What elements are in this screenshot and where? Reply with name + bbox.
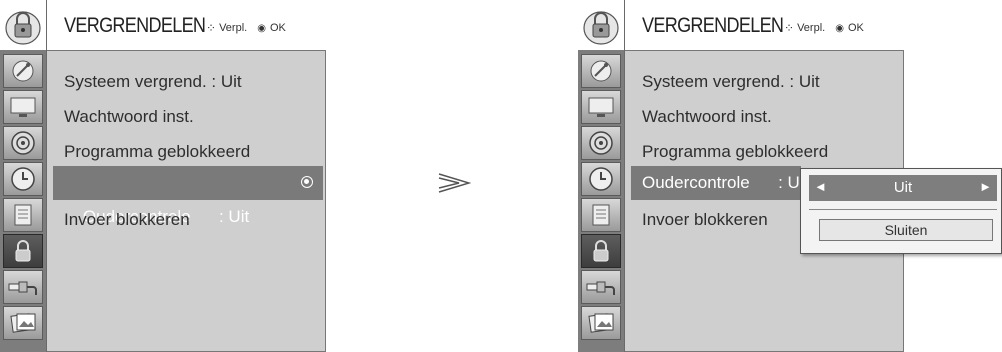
satellite-icon[interactable] [581, 54, 621, 88]
popup-divider [809, 209, 997, 210]
lock-icon[interactable] [581, 234, 621, 268]
menu-item-wachtwoord[interactable]: Wachtwoord inst. [64, 107, 194, 127]
menu-item-programma-geblokkeerd[interactable]: Programma geblokkeerd [64, 142, 250, 162]
clock-icon[interactable] [3, 162, 43, 196]
menu-item-invoer-blokkeren[interactable]: Invoer blokkeren [642, 210, 768, 230]
cable-plug-icon[interactable] [581, 270, 621, 304]
menu-item-oudercontrole-selected[interactable]: Oudercontrole : U [631, 166, 801, 200]
menu-title: VERGRENDELEN [64, 14, 206, 37]
move-hint-label: Verpl. [797, 22, 826, 34]
menu-item-systeem-vergrend[interactable]: Systeem vergrend. : Uit [642, 72, 820, 92]
menu-item-invoer-blokkeren[interactable]: Invoer blokkeren [64, 210, 190, 230]
speaker-icon[interactable] [3, 126, 43, 160]
photos-icon[interactable] [3, 306, 43, 340]
icon-sidebar [0, 0, 47, 352]
lock-header-icon [583, 11, 619, 45]
menu-panel-before: VERGRENDELEN ⁘ Verpl. ◉ OK Systeem vergr… [0, 0, 326, 352]
ok-hint-label: OK [847, 22, 864, 34]
selected-indicator-icon [301, 176, 313, 188]
satellite-icon[interactable] [3, 54, 43, 88]
selector-value: Uit [893, 179, 913, 196]
tv-screen-icon[interactable] [3, 90, 43, 124]
photos-icon[interactable] [581, 306, 621, 340]
menu-title: VERGRENDELEN [642, 14, 784, 37]
cable-plug-icon[interactable] [3, 270, 43, 304]
move-hint-label: Verpl. [219, 22, 248, 34]
tv-screen-icon[interactable] [581, 90, 621, 124]
menu-item-systeem-vergrend[interactable]: Systeem vergrend. : Uit [64, 72, 242, 92]
lock-icon[interactable] [3, 234, 43, 268]
right-arrow-icon[interactable]: ► [979, 179, 992, 194]
ok-dot-icon: ◉ [257, 22, 266, 34]
ok-hint-label: OK [269, 22, 286, 34]
speaker-icon[interactable] [581, 126, 621, 160]
ok-dot-icon: ◉ [835, 22, 844, 34]
oudercontrole-popup: ◄ Uit ► Sluiten [800, 168, 1002, 254]
move-arrows-icon: ⁘ [784, 21, 795, 35]
icon-sidebar [578, 0, 625, 352]
menu-item-programma-geblokkeerd[interactable]: Programma geblokkeerd [642, 142, 828, 162]
lock-header-icon [5, 11, 41, 45]
nav-hint: ⁘ Verpl. ◉ OK [206, 21, 286, 35]
document-icon[interactable] [581, 198, 621, 232]
menu-item-wachtwoord[interactable]: Wachtwoord inst. [642, 107, 772, 127]
move-arrows-icon: ⁘ [206, 21, 217, 35]
menu-item-oudercontrole-selected[interactable]: Oudercontrole : Uit [53, 166, 323, 226]
document-icon[interactable] [3, 198, 43, 232]
value-selector[interactable]: ◄ Uit ► [809, 175, 997, 201]
nav-hint: ⁘ Verpl. ◉ OK [784, 21, 864, 35]
close-button[interactable]: Sluiten [819, 219, 993, 241]
transition-arrow-icon [438, 173, 471, 193]
clock-icon[interactable] [581, 162, 621, 196]
